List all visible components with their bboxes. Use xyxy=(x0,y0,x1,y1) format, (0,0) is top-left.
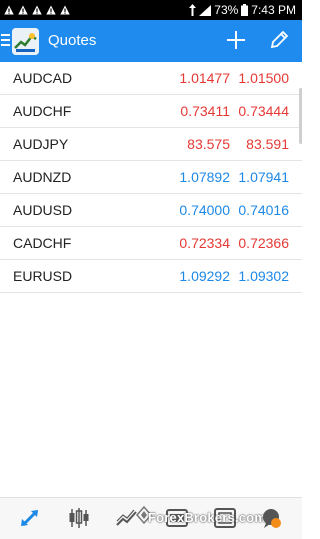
ask-price: 0.73444 xyxy=(238,103,289,119)
notification-icons xyxy=(4,5,70,15)
symbol-name: AUDNZD xyxy=(13,169,72,185)
bid-price: 1.07892 xyxy=(179,169,230,185)
quote-row-audnzd[interactable]: AUDNZD 1.07892 1.07941 xyxy=(0,161,302,194)
quote-row-audchf[interactable]: AUDCHF 0.73411 0.73444 xyxy=(0,95,302,128)
bid-price: 0.72334 xyxy=(179,235,230,251)
ask-price: 1.07941 xyxy=(238,169,289,185)
quote-row-cadchf[interactable]: CADCHF 0.72334 0.72366 xyxy=(0,227,302,260)
chat-icon[interactable] xyxy=(258,506,284,530)
app-bar: Quotes xyxy=(0,20,302,62)
quote-list: AUDCAD 1.01477 1.01500 AUDCHF 0.73411 0.… xyxy=(0,62,302,293)
ask-price: 1.09302 xyxy=(238,268,289,284)
quote-row-audjpy[interactable]: AUDJPY 83.575 83.591 xyxy=(0,128,302,161)
quotes-icon[interactable] xyxy=(18,506,44,530)
quote-row-audusd[interactable]: AUDUSD 0.74000 0.74016 xyxy=(0,194,302,227)
symbol-name: EURUSD xyxy=(13,268,73,284)
warning-icon xyxy=(32,5,42,15)
ask-price: 83.591 xyxy=(246,136,289,152)
clock: 7:43 PM xyxy=(251,3,296,17)
menu-icon[interactable] xyxy=(1,34,10,48)
warning-icon xyxy=(4,5,14,15)
chart-icon[interactable] xyxy=(66,506,92,530)
app-logo[interactable] xyxy=(12,28,39,55)
warning-icon xyxy=(46,5,56,15)
symbol-name: CADCHF xyxy=(13,235,72,251)
bid-price: 83.575 xyxy=(187,136,230,152)
edge-panel-handle[interactable] xyxy=(299,88,302,144)
bid-price: 0.74000 xyxy=(179,202,230,218)
quote-row-audcad[interactable]: AUDCAD 1.01477 1.01500 xyxy=(0,62,302,95)
quote-row-eurusd[interactable]: EURUSD 1.09292 1.09302 xyxy=(0,260,302,293)
symbol-name: AUDCAD xyxy=(13,70,73,86)
notification-badge xyxy=(271,518,281,528)
signal-icon xyxy=(199,4,212,16)
watermark-text: ForexBrokers.com xyxy=(148,510,267,525)
bottom-nav: ForexBrokers.com xyxy=(0,497,302,539)
data-sync-icon xyxy=(189,4,197,16)
page-title: Quotes xyxy=(48,32,97,49)
edit-button[interactable] xyxy=(268,29,290,51)
symbol-name: AUDUSD xyxy=(13,202,73,218)
bid-price: 0.73411 xyxy=(180,103,230,119)
warning-icon xyxy=(60,5,70,15)
status-indicators: 73% 7:43 PM xyxy=(189,3,296,17)
status-bar: 73% 7:43 PM xyxy=(0,0,302,20)
ask-price: 1.01500 xyxy=(238,70,289,86)
battery-icon xyxy=(241,4,249,16)
warning-icon xyxy=(18,5,28,15)
battery-percent: 73% xyxy=(214,3,239,17)
symbol-name: AUDJPY xyxy=(13,136,69,152)
bid-price: 1.09292 xyxy=(179,268,230,284)
add-symbol-button[interactable] xyxy=(225,29,247,51)
bid-price: 1.01477 xyxy=(179,70,230,86)
symbol-name: AUDCHF xyxy=(13,103,72,119)
ask-price: 0.72366 xyxy=(238,235,289,251)
ask-price: 0.74016 xyxy=(238,202,289,218)
